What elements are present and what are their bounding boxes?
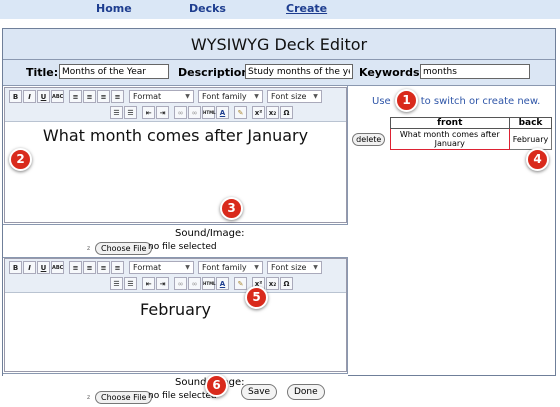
html-button[interactable]: HTML <box>202 277 216 290</box>
delete-button[interactable]: delete <box>352 132 386 146</box>
callout-badge: 4 <box>526 148 549 171</box>
align-justify-icon[interactable]: ≡ <box>111 90 124 103</box>
back-editor: B I U ABC ≡ ≡ ≡ ≡ Format ▼ Font family ▼ F… <box>4 258 347 372</box>
subscript-button[interactable]: x₂ <box>266 277 279 290</box>
choose-file-button[interactable]: Choose File <box>95 391 153 404</box>
special-char-button[interactable]: Ω <box>280 277 293 290</box>
cards-table: front back delete What month comes after… <box>348 117 552 150</box>
back-edit-area[interactable]: February <box>5 293 346 371</box>
back-text: February <box>140 300 211 319</box>
meta-row: Title: Description: Keywords: <box>3 60 555 86</box>
bullet-list-icon[interactable]: ☰ <box>110 277 123 290</box>
strike-button[interactable]: ABC <box>51 261 64 274</box>
keywords-input[interactable] <box>420 64 530 79</box>
align-left-icon[interactable]: ≡ <box>69 261 82 274</box>
special-char-button[interactable]: Ω <box>280 106 293 119</box>
unlink-icon[interactable]: ∞ <box>188 277 201 290</box>
front-sound-block: Sound/Image: z Choose File no file selec… <box>3 224 348 258</box>
front-text: What month comes after January <box>42 126 309 145</box>
font-size-select[interactable]: Font size ▼ <box>267 261 322 274</box>
indent-icon[interactable]: ⇥ <box>156 277 169 290</box>
callout-badge: 1 <box>395 89 418 112</box>
nav-decks-link[interactable]: Decks <box>189 2 226 15</box>
nav-create-link[interactable]: Create <box>286 2 327 15</box>
title-input[interactable] <box>59 64 169 79</box>
description-input[interactable] <box>245 64 353 79</box>
callout-badge: 6 <box>205 374 228 397</box>
front-toolbar: B I U ABC ≡ ≡ ≡ ≡ Format ▼ Font family ▼ F… <box>5 88 346 122</box>
title-label: Title: <box>26 66 59 79</box>
italic-button[interactable]: I <box>23 261 36 274</box>
bullet-list-icon[interactable]: ☰ <box>110 106 123 119</box>
align-left-icon[interactable]: ≡ <box>69 90 82 103</box>
align-right-icon[interactable]: ≡ <box>97 90 110 103</box>
sound-label: Sound/Image: <box>175 228 245 239</box>
numbered-list-icon[interactable]: ☰ <box>124 106 137 119</box>
save-button[interactable]: Save <box>241 384 278 400</box>
strike-button[interactable]: ABC <box>51 90 64 103</box>
callout-badge: 2 <box>9 148 32 171</box>
done-button[interactable]: Done <box>287 384 325 400</box>
deck-editor: WYSIWYG Deck Editor Title: Description: … <box>2 28 556 405</box>
font-size-select[interactable]: Font size ▼ <box>267 90 322 103</box>
superscript-button[interactable]: x² <box>252 106 265 119</box>
card-back-cell[interactable]: February <box>509 128 552 150</box>
font-family-select[interactable]: Font family ▼ <box>198 90 263 103</box>
callout-badge: 5 <box>245 286 268 309</box>
italic-button[interactable]: I <box>23 90 36 103</box>
text-color-icon[interactable]: A <box>216 277 229 290</box>
link-icon[interactable]: ∞ <box>174 106 187 119</box>
indent-icon[interactable]: ⇥ <box>156 106 169 119</box>
link-icon[interactable]: ∞ <box>174 277 187 290</box>
front-edit-area[interactable]: What month comes after January <box>5 122 346 222</box>
front-editor: B I U ABC ≡ ≡ ≡ ≡ Format ▼ Font family ▼ F… <box>4 87 347 223</box>
nav-home-link[interactable]: Home <box>96 2 132 15</box>
chevron-down-icon: ▼ <box>313 264 318 271</box>
align-right-icon[interactable]: ≡ <box>97 261 110 274</box>
chevron-down-icon: ▼ <box>185 93 190 100</box>
top-nav: Home Decks Create <box>0 0 560 19</box>
callout-badge: 3 <box>220 197 243 220</box>
outdent-icon[interactable]: ⇤ <box>142 277 155 290</box>
highlight-color-icon[interactable]: ✎ <box>234 106 247 119</box>
format-select[interactable]: Format ▼ <box>129 261 194 274</box>
text-color-icon[interactable]: A <box>216 106 229 119</box>
underline-button[interactable]: U <box>37 90 50 103</box>
keywords-label: Keywords: <box>359 66 424 79</box>
align-center-icon[interactable]: ≡ <box>83 90 96 103</box>
column-header-front: front <box>389 117 510 129</box>
align-justify-icon[interactable]: ≡ <box>111 261 124 274</box>
chevron-down-icon: ▼ <box>185 264 190 271</box>
description-label: Description: <box>178 66 254 79</box>
choose-file-button[interactable]: Choose File <box>95 242 153 255</box>
unlink-icon[interactable]: ∞ <box>188 106 201 119</box>
subscript-button[interactable]: x₂ <box>266 106 279 119</box>
html-button[interactable]: HTML <box>202 106 216 119</box>
card-list-column: Use to switch or create new. front back d… <box>348 86 555 375</box>
table-row[interactable]: delete What month comes after January Fe… <box>348 128 552 150</box>
chevron-down-icon: ▼ <box>254 93 259 100</box>
align-center-icon[interactable]: ≡ <box>83 261 96 274</box>
card-front-cell[interactable]: What month comes after January <box>389 128 510 150</box>
bold-button[interactable]: B <box>9 261 22 274</box>
font-family-select[interactable]: Font family ▼ <box>198 261 263 274</box>
outdent-icon[interactable]: ⇤ <box>142 106 155 119</box>
chevron-down-icon: ▼ <box>254 264 259 271</box>
editor-title: WYSIWYG Deck Editor <box>3 29 555 60</box>
bold-button[interactable]: B <box>9 90 22 103</box>
back-toolbar: B I U ABC ≡ ≡ ≡ ≡ Format ▼ Font family ▼ F… <box>5 259 346 293</box>
numbered-list-icon[interactable]: ☰ <box>124 277 137 290</box>
no-file-text: no file selected <box>148 391 217 401</box>
table-header-row: front back <box>348 117 552 129</box>
highlight-color-icon[interactable]: ✎ <box>234 277 247 290</box>
chevron-down-icon: ▼ <box>313 93 318 100</box>
card-editor-column: B I U ABC ≡ ≡ ≡ ≡ Format ▼ Font family ▼ F… <box>3 86 348 405</box>
underline-button[interactable]: U <box>37 261 50 274</box>
no-file-text: no file selected <box>148 242 217 252</box>
format-select[interactable]: Format ▼ <box>129 90 194 103</box>
column-header-back: back <box>509 117 552 129</box>
